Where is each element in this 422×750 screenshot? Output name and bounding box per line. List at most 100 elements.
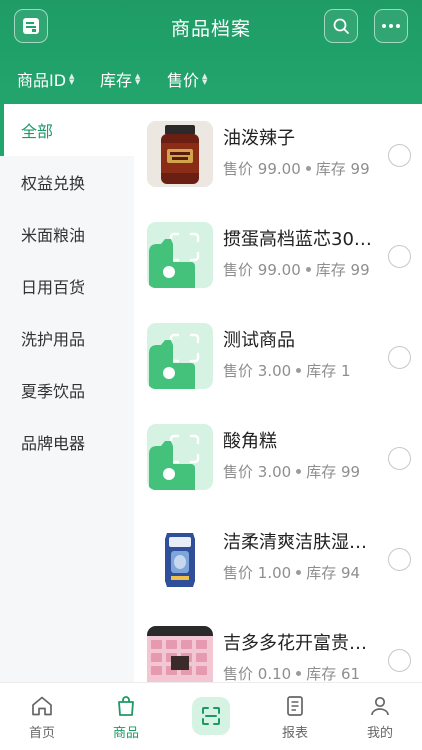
product-name: 洁柔清爽洁肤湿… [223,532,367,553]
product-name: 掼蛋高档蓝芯30… [223,229,372,250]
product-price: 3.00 [257,362,292,380]
more-button[interactable] [374,9,408,43]
product-row[interactable]: 吉多多花开富贵… 售价 0.10 库存 61 [134,609,422,682]
price-prefix: 售价 [223,362,254,380]
product-price: 3.00 [257,463,292,481]
tab-label: 首页 [28,726,55,741]
product-meta: 售价 3.00 库存 99 [223,461,360,482]
product-price: 99.00 [257,261,301,279]
select-radio[interactable] [388,548,411,571]
product-row[interactable]: 油泼辣子 售价 99.00 库存 99 [134,104,422,205]
more-dots-icon [382,24,400,28]
sort-arrows-icon: ▲ ▼ [202,72,208,86]
category-item-summer-drinks[interactable]: 夏季饮品 [0,364,134,416]
select-radio[interactable] [388,649,411,672]
price-prefix: 售价 [223,564,254,582]
chili-oil-jar-image [147,121,213,187]
sort-label: 库存 [100,71,133,90]
price-prefix: 售价 [223,160,254,178]
sort-bar: 商品ID ▲ ▼ 库存 ▲ ▼ 售价 ▲ ▼ [0,64,422,94]
product-row[interactable]: 酸角糕 售价 3.00 库存 99 [134,407,422,508]
tab-products[interactable]: 商品 [84,683,168,750]
gift-box-image [147,626,213,682]
tab-label: 我的 [366,726,393,741]
shopping-bag-icon [118,696,134,716]
product-price: 99.00 [257,160,301,178]
sort-label: 售价 [167,71,200,90]
product-row[interactable]: 测试商品 售价 3.00 库存 1 [134,306,422,407]
tab-scan[interactable] [169,683,253,750]
image-placeholder-icon [149,232,200,288]
scan-button[interactable] [192,697,230,735]
wet-wipes-image [147,525,213,591]
tab-label: 报表 [281,726,308,741]
stock-prefix: 库存 [315,160,346,178]
product-meta: 售价 0.10 库存 61 [223,663,360,682]
sort-by-id[interactable]: 商品ID ▲ ▼ [17,64,74,94]
product-stock: 94 [341,564,361,582]
product-stock: 99 [350,261,370,279]
image-placeholder-icon [149,333,200,389]
separator-dot [296,367,302,373]
tab-reports[interactable]: 报表 [253,683,337,750]
separator-dot [305,165,311,171]
sort-arrows-icon: ▲ ▼ [69,72,75,86]
search-button[interactable] [324,9,358,43]
category-item-appliances[interactable]: 品牌电器 [0,416,134,468]
scan-icon [202,707,220,725]
product-stock: 99 [350,160,370,178]
product-price: 0.10 [257,665,292,682]
image-placeholder-icon [149,434,200,490]
product-list: 油泼辣子 售价 99.00 库存 99 掼蛋高档蓝芯30… 售价 99.00 库存 … [134,104,422,682]
category-item-rights-exchange[interactable]: 权益兑换 [0,156,134,208]
product-name: 酸角糕 [223,431,277,452]
product-name: 吉多多花开富贵… [223,633,367,654]
category-item-wash-care[interactable]: 洗护用品 [0,312,134,364]
product-row[interactable]: 洁柔清爽洁肤湿… 售价 1.00 库存 94 [134,508,422,609]
separator-dot [296,569,302,575]
search-icon [333,18,349,34]
separator-dot [296,670,302,676]
select-radio[interactable] [388,144,411,167]
tab-home[interactable]: 首页 [0,683,84,750]
bottom-tab-bar: 首页 商品 报表 我的 [0,682,422,750]
product-thumbnail [147,121,213,187]
price-prefix: 售价 [223,261,254,279]
product-name: 测试商品 [223,330,295,351]
category-item-daily-goods[interactable]: 日用百货 [0,260,134,312]
select-radio[interactable] [388,245,411,268]
stock-prefix: 库存 [306,665,337,682]
product-meta: 售价 99.00 库存 99 [223,259,370,280]
product-thumbnail [147,323,213,389]
product-stock: 1 [341,362,351,380]
product-thumbnail [147,626,213,682]
page-title: 商品档案 [170,18,251,40]
category-item-grain-oil[interactable]: 米面粮油 [0,208,134,260]
tab-mine[interactable]: 我的 [338,683,422,750]
product-name: 油泼辣子 [223,128,295,149]
product-row[interactable]: 掼蛋高档蓝芯30… 售价 99.00 库存 99 [134,205,422,306]
select-radio[interactable] [388,447,411,470]
stock-prefix: 库存 [315,261,346,279]
separator-dot [296,468,302,474]
user-icon [371,696,389,716]
category-sidebar: 全部 权益兑换 米面粮油 日用百货 洗护用品 夏季饮品 品牌电器 [0,104,134,682]
stock-prefix: 库存 [306,564,337,582]
sort-label: 商品ID [17,71,67,90]
home-icon [32,696,52,716]
product-stock: 61 [341,665,361,682]
product-thumbnail [147,222,213,288]
price-prefix: 售价 [223,665,254,682]
sort-arrows-icon: ▲ ▼ [135,72,141,86]
stock-prefix: 库存 [306,463,337,481]
tab-label: 商品 [112,726,139,741]
sort-by-stock[interactable]: 库存 ▲ ▼ [100,64,140,94]
category-item-all[interactable]: 全部 [0,104,134,156]
sort-by-price[interactable]: 售价 ▲ ▼ [167,64,207,94]
product-meta: 售价 99.00 库存 99 [223,158,370,179]
select-radio[interactable] [388,346,411,369]
report-icon [287,696,303,716]
app-header: 商品档案 商品ID ▲ ▼ 库存 ▲ ▼ 售价 ▲ ▼ [0,0,422,104]
product-thumbnail [147,424,213,490]
product-stock: 99 [341,463,361,481]
